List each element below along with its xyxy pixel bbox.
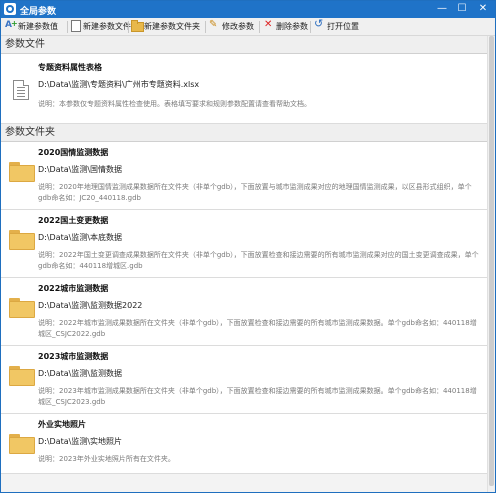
files-section-header: 参数文件 (1, 36, 495, 54)
toolbar-separator (67, 21, 68, 33)
folder-icon (9, 230, 35, 250)
param-path: D:\Data\监测\实地照片 (38, 437, 123, 446)
folders-section-header: 参数文件夹 (1, 124, 495, 142)
delete-param-button[interactable]: 删除参数 (263, 18, 308, 34)
param-description: 说明：2023年城市监测成果数据所在文件夹（非单个gdb），下面放置检查和接边需… (38, 387, 477, 406)
open-location-label: 打开位置 (327, 22, 359, 31)
folder-icon (9, 298, 35, 318)
close-button[interactable]: ✕ (475, 2, 491, 16)
param-path: D:\Data\监测\监测数据2022 (38, 301, 143, 310)
param-description: 说明：2023年外业实地照片所有在文件夹。 (38, 455, 175, 463)
folder-icon (9, 366, 35, 386)
file-icon (13, 80, 29, 100)
param-folder-card[interactable]: 2022城市监测数据 D:\Data\监测\监测数据2022 说明：2022年城… (1, 278, 487, 346)
edit-param-label: 修改参数 (222, 22, 254, 31)
toolbar-separator (310, 21, 311, 33)
maximize-button[interactable]: ☐ (454, 2, 470, 16)
param-description: 说明：本参数仅专题资料属性检查使用。表格填写要求和规则参数配置请查看帮助文档。 (38, 100, 311, 108)
add-value-icon (5, 17, 18, 32)
new-param-value-label: 新建参数值 (18, 22, 58, 31)
toolbar-separator (259, 21, 260, 33)
param-folder-card[interactable]: 2020国情监测数据 D:\Data\监测\国情数据 说明：2020年地理国情监… (1, 142, 487, 210)
folder-icon (9, 162, 35, 182)
title-bar[interactable]: 全局参数 — ☐ ✕ (1, 1, 495, 18)
folder-icon (9, 434, 35, 454)
new-param-folder-button[interactable]: 新建参数文件夹 (131, 20, 200, 34)
param-title: 2022国土变更数据 (38, 216, 109, 225)
scrollbar-thumb[interactable] (489, 36, 494, 486)
param-file-card[interactable]: 专题资料属性表格 D:\Data\监测\专题资料\广州市专题资料.xlsx 说明… (1, 54, 487, 124)
param-path: D:\Data\监测\国情数据 (38, 165, 123, 174)
delete-icon (263, 18, 274, 32)
toolbar-separator (205, 21, 206, 33)
toolbar: 新建参数值 新建参数文件 新建参数文件夹 修改参数 删除参数 打开位置 (1, 17, 495, 36)
new-param-folder-label: 新建参数文件夹 (144, 22, 200, 31)
edit-icon (209, 18, 220, 32)
new-param-value-button[interactable]: 新建参数值 (5, 17, 58, 34)
global-params-window: 全局参数 — ☐ ✕ 新建参数值 新建参数文件 新建参数文件夹 修改参数 删除参… (0, 0, 496, 493)
param-title: 2022城市监测数据 (38, 284, 109, 293)
add-file-icon (70, 20, 81, 32)
open-location-icon (314, 17, 325, 31)
param-folder-card[interactable]: 外业实地照片 D:\Data\监测\实地照片 说明：2023年外业实地照片所有在… (1, 414, 487, 474)
param-path: D:\Data\监测\本底数据 (38, 233, 123, 242)
param-title: 2020国情监测数据 (38, 148, 109, 157)
param-title: 2023城市监测数据 (38, 352, 109, 361)
param-folder-card[interactable]: 2023城市监测数据 D:\Data\监测\监测数据 说明：2023年城市监测成… (1, 346, 487, 414)
param-path: D:\Data\监测\监测数据 (38, 369, 123, 378)
param-description: 说明：2022年国土变更调查成果数据所在文件夹（非单个gdb），下面放置检查和接… (38, 251, 479, 270)
param-description: 说明：2020年地理国情监测成果数据所在文件夹（非单个gdb），下面放置与城市监… (38, 183, 472, 202)
window-title: 全局参数 (20, 7, 57, 17)
open-location-button[interactable]: 打开位置 (314, 17, 359, 34)
param-path: D:\Data\监测\专题资料\广州市专题资料.xlsx (38, 80, 200, 89)
minimize-button[interactable]: — (434, 2, 450, 16)
param-folder-card[interactable]: 2022国土变更数据 D:\Data\监测\本底数据 说明：2022年国土变更调… (1, 210, 487, 278)
delete-param-label: 删除参数 (276, 22, 308, 31)
new-param-file-button[interactable]: 新建参数文件 (70, 20, 131, 34)
param-title: 外业实地照片 (38, 420, 86, 429)
edit-param-button[interactable]: 修改参数 (209, 18, 254, 34)
add-folder-icon (131, 20, 144, 32)
app-icon (4, 3, 16, 15)
param-description: 说明：2022年城市监测成果数据所在文件夹（非单个gdb），下面放置检查和接边需… (38, 319, 477, 338)
new-param-file-label: 新建参数文件 (83, 22, 131, 31)
param-title: 专题资料属性表格 (38, 63, 102, 72)
toolbar-separator (128, 21, 129, 33)
vertical-scrollbar[interactable] (487, 36, 495, 492)
params-scroll-area[interactable]: 参数文件 专题资料属性表格 D:\Data\监测\专题资料\广州市专题资料.xl… (1, 36, 495, 492)
